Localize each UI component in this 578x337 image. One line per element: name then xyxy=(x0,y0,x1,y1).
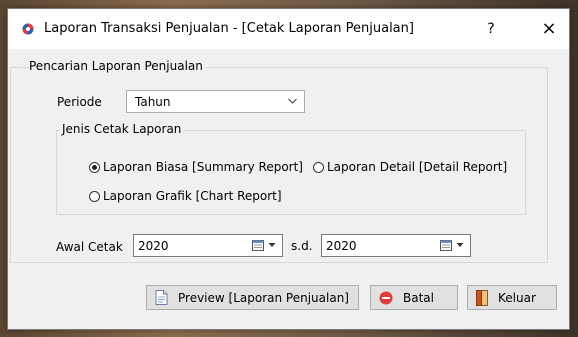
radio-chart-report[interactable]: Laporan Grafik [Chart Report] xyxy=(89,189,282,203)
start-date-picker[interactable]: 2020 xyxy=(133,234,283,257)
dropdown-arrow-icon[interactable] xyxy=(268,239,276,251)
end-date-picker[interactable]: 2020 xyxy=(321,234,471,257)
radio-summary-label: Laporan Biasa [Summary Report] xyxy=(103,160,303,174)
keluar-button-label: Keluar xyxy=(498,290,536,305)
radio-selected-icon xyxy=(89,161,100,173)
app-icon xyxy=(22,23,34,35)
radio-chart-label: Laporan Grafik [Chart Report] xyxy=(103,189,282,203)
calendar-icon[interactable] xyxy=(440,239,452,251)
print-type-group-legend: Jenis Cetak Laporan xyxy=(60,122,184,136)
radio-unselected-icon xyxy=(313,161,324,173)
window-title: Laporan Transaksi Penjualan - [Cetak Lap… xyxy=(44,21,414,36)
radio-detail-label: Laporan Detail [Detail Report] xyxy=(327,160,508,174)
periode-select[interactable]: Tahun xyxy=(126,90,305,113)
document-icon xyxy=(155,290,168,305)
radio-unselected-icon xyxy=(89,190,100,202)
radio-summary-report[interactable]: Laporan Biasa [Summary Report] xyxy=(89,160,303,174)
keluar-button[interactable]: Keluar xyxy=(467,285,557,310)
preview-button-label: Preview [Laporan Penjualan] xyxy=(178,290,349,305)
start-date-label: Awal Cetak xyxy=(56,240,123,254)
radio-detail-report[interactable]: Laporan Detail [Detail Report] xyxy=(313,160,507,174)
start-date-value: 2020 xyxy=(138,239,169,253)
close-button[interactable]: × xyxy=(534,15,564,43)
periode-label: Periode xyxy=(57,95,102,109)
dropdown-arrow-icon[interactable] xyxy=(456,239,464,251)
search-group-legend: Pencarian Laporan Penjualan xyxy=(29,59,205,73)
date-separator-label: s.d. xyxy=(291,239,313,253)
title-bar[interactable]: Laporan Transaksi Penjualan - [Cetak Lap… xyxy=(8,9,569,49)
batal-button[interactable]: Batal xyxy=(370,285,458,310)
preview-button[interactable]: Preview [Laporan Penjualan] xyxy=(146,285,359,310)
help-button[interactable]: ? xyxy=(476,17,506,41)
exit-door-icon xyxy=(476,289,488,306)
cancel-icon xyxy=(379,291,393,304)
chevron-down-icon xyxy=(288,98,297,104)
batal-button-label: Batal xyxy=(403,290,434,305)
periode-select-value: Tahun xyxy=(135,95,171,109)
end-date-value: 2020 xyxy=(326,239,357,253)
calendar-icon[interactable] xyxy=(252,239,264,251)
